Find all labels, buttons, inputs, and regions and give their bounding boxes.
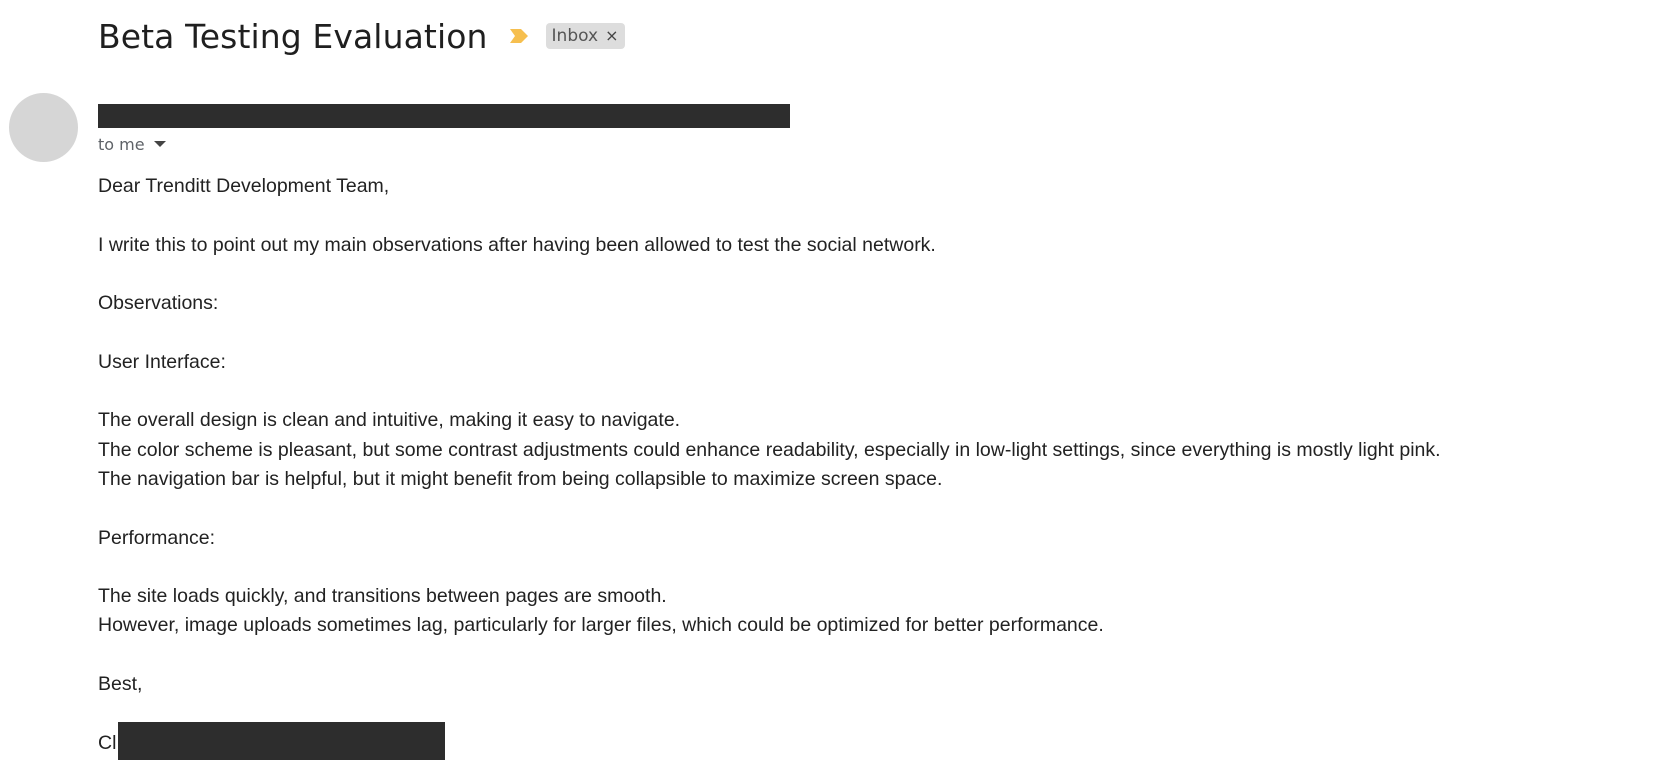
chevron-down-icon[interactable] xyxy=(153,141,166,147)
performance-heading: Performance: xyxy=(98,526,216,549)
intro-paragraph: I write this to point out my main observ… xyxy=(98,233,936,256)
ui-point: The overall design is clean and intuitiv… xyxy=(98,409,681,432)
email-view: Beta Testing Evaluation Inbox × to me De… xyxy=(0,0,1680,776)
remove-label-icon[interactable]: × xyxy=(605,28,618,44)
ui-point: The navigation bar is helpful, but it mi… xyxy=(98,467,943,490)
ui-point: The color scheme is pleasant, but some c… xyxy=(98,438,1441,461)
greeting: Dear Trenditt Development Team, xyxy=(98,175,390,197)
signature: Cl xyxy=(98,721,1658,760)
performance-point: The site loads quickly, and transitions … xyxy=(98,585,667,608)
label-chip-inbox: Inbox × xyxy=(545,23,626,49)
subject-row: Beta Testing Evaluation Inbox × xyxy=(98,14,626,58)
email-subject: Beta Testing Evaluation xyxy=(98,16,488,56)
ui-heading: User Interface: xyxy=(98,350,226,373)
observations-heading: Observations: xyxy=(98,292,219,315)
label-chip-text: Inbox xyxy=(551,26,599,46)
email-body: Dear Trenditt Development Team, I write … xyxy=(98,172,1658,760)
recipient-details-toggle[interactable]: to me xyxy=(98,133,166,155)
recipient-label: to me xyxy=(98,134,145,154)
closing: Best, xyxy=(98,673,143,696)
signature-visible-text: Cl xyxy=(98,731,117,754)
sender-redaction xyxy=(98,104,790,128)
sender-avatar[interactable] xyxy=(9,93,78,162)
performance-point: However, image uploads sometimes lag, pa… xyxy=(98,614,1104,637)
importance-marker-icon[interactable] xyxy=(508,27,530,45)
signature-redaction xyxy=(118,721,445,760)
